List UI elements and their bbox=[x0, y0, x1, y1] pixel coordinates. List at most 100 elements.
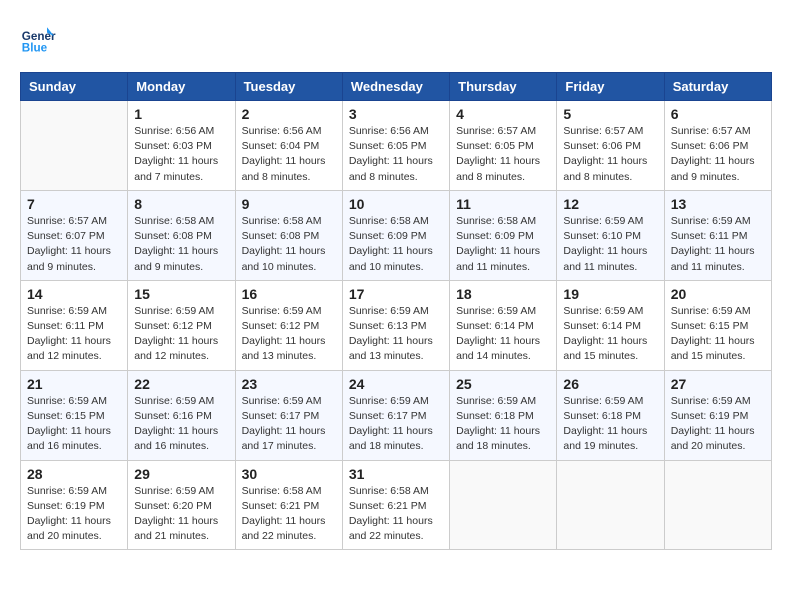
day-info: Sunrise: 6:59 AM Sunset: 6:13 PM Dayligh… bbox=[349, 304, 443, 365]
day-info: Sunrise: 6:59 AM Sunset: 6:12 PM Dayligh… bbox=[134, 304, 228, 365]
day-info: Sunrise: 6:59 AM Sunset: 6:19 PM Dayligh… bbox=[27, 484, 121, 545]
day-info: Sunrise: 6:57 AM Sunset: 6:06 PM Dayligh… bbox=[563, 124, 657, 185]
calendar-cell: 22 Sunrise: 6:59 AM Sunset: 6:16 PM Dayli… bbox=[128, 370, 235, 460]
calendar-cell: 26 Sunrise: 6:59 AM Sunset: 6:18 PM Dayli… bbox=[557, 370, 664, 460]
calendar-cell: 11 Sunrise: 6:58 AM Sunset: 6:09 PM Dayli… bbox=[450, 190, 557, 280]
day-header-thursday: Thursday bbox=[450, 73, 557, 101]
calendar-cell bbox=[21, 101, 128, 191]
calendar-cell bbox=[664, 460, 771, 550]
calendar-cell: 27Sunrise: 6:59 AM Sunset: 6:19 PM Dayli… bbox=[664, 370, 771, 460]
day-info: Sunrise: 6:57 AM Sunset: 6:06 PM Dayligh… bbox=[671, 124, 765, 185]
day-number: 30 bbox=[242, 466, 336, 482]
day-number: 13 bbox=[671, 196, 765, 212]
day-info: Sunrise: 6:57 AM Sunset: 6:07 PM Dayligh… bbox=[27, 214, 121, 275]
day-info: Sunrise: 6:59 AM Sunset: 6:19 PM Dayligh… bbox=[671, 394, 765, 455]
calendar-week-3: 14Sunrise: 6:59 AM Sunset: 6:11 PM Dayli… bbox=[21, 280, 772, 370]
day-info: Sunrise: 6:59 AM Sunset: 6:16 PM Dayligh… bbox=[134, 394, 228, 455]
calendar-cell: 21 Sunrise: 6:59 AM Sunset: 6:15 PM Dayli… bbox=[21, 370, 128, 460]
day-info: Sunrise: 6:59 AM Sunset: 6:15 PM Dayligh… bbox=[27, 394, 121, 455]
calendar-cell bbox=[557, 460, 664, 550]
day-info: Sunrise: 6:59 AM Sunset: 6:17 PM Dayligh… bbox=[349, 394, 443, 455]
day-number: 2 bbox=[242, 106, 336, 122]
calendar-cell: 15Sunrise: 6:59 AM Sunset: 6:12 PM Dayli… bbox=[128, 280, 235, 370]
day-number: 18 bbox=[456, 286, 550, 302]
day-info: Sunrise: 6:58 AM Sunset: 6:09 PM Dayligh… bbox=[456, 214, 550, 275]
calendar-cell: 7Sunrise: 6:57 AM Sunset: 6:07 PM Daylig… bbox=[21, 190, 128, 280]
day-number: 31 bbox=[349, 466, 443, 482]
calendar-week-2: 7Sunrise: 6:57 AM Sunset: 6:07 PM Daylig… bbox=[21, 190, 772, 280]
day-number: 16 bbox=[242, 286, 336, 302]
calendar-week-5: 28 Sunrise: 6:59 AM Sunset: 6:19 PM Dayli… bbox=[21, 460, 772, 550]
day-header-friday: Friday bbox=[557, 73, 664, 101]
calendar-cell: 3Sunrise: 6:56 AM Sunset: 6:05 PM Daylig… bbox=[342, 101, 449, 191]
calendar-cell: 29 Sunrise: 6:59 AM Sunset: 6:20 PM Dayli… bbox=[128, 460, 235, 550]
calendar-cell: 18 Sunrise: 6:59 AM Sunset: 6:14 PM Dayli… bbox=[450, 280, 557, 370]
calendar-cell: 8 Sunrise: 6:58 AM Sunset: 6:08 PM Daylig… bbox=[128, 190, 235, 280]
day-number: 12 bbox=[563, 196, 657, 212]
calendar-cell: 9 Sunrise: 6:58 AM Sunset: 6:08 PM Daylig… bbox=[235, 190, 342, 280]
day-number: 17 bbox=[349, 286, 443, 302]
calendar-cell: 20 Sunrise: 6:59 AM Sunset: 6:15 PM Dayli… bbox=[664, 280, 771, 370]
day-info: Sunrise: 6:56 AM Sunset: 6:03 PM Dayligh… bbox=[134, 124, 228, 185]
day-info: Sunrise: 6:56 AM Sunset: 6:04 PM Dayligh… bbox=[242, 124, 336, 185]
day-number: 1 bbox=[134, 106, 228, 122]
day-number: 8 bbox=[134, 196, 228, 212]
day-number: 25 bbox=[456, 376, 550, 392]
calendar-cell: 4Sunrise: 6:57 AM Sunset: 6:05 PM Daylig… bbox=[450, 101, 557, 191]
day-info: Sunrise: 6:59 AM Sunset: 6:18 PM Dayligh… bbox=[563, 394, 657, 455]
calendar-cell: 12 Sunrise: 6:59 AM Sunset: 6:10 PM Dayli… bbox=[557, 190, 664, 280]
day-info: Sunrise: 6:58 AM Sunset: 6:08 PM Dayligh… bbox=[134, 214, 228, 275]
day-number: 6 bbox=[671, 106, 765, 122]
logo-icon: General Blue bbox=[20, 20, 56, 56]
calendar-cell: 5 Sunrise: 6:57 AM Sunset: 6:06 PM Daylig… bbox=[557, 101, 664, 191]
day-number: 11 bbox=[456, 196, 550, 212]
day-info: Sunrise: 6:58 AM Sunset: 6:09 PM Dayligh… bbox=[349, 214, 443, 275]
calendar-cell: 17 Sunrise: 6:59 AM Sunset: 6:13 PM Dayli… bbox=[342, 280, 449, 370]
calendar-cell: 13 Sunrise: 6:59 AM Sunset: 6:11 PM Dayli… bbox=[664, 190, 771, 280]
day-number: 22 bbox=[134, 376, 228, 392]
calendar-cell: 23 Sunrise: 6:59 AM Sunset: 6:17 PM Dayli… bbox=[235, 370, 342, 460]
day-info: Sunrise: 6:59 AM Sunset: 6:11 PM Dayligh… bbox=[671, 214, 765, 275]
day-number: 9 bbox=[242, 196, 336, 212]
day-info: Sunrise: 6:59 AM Sunset: 6:18 PM Dayligh… bbox=[456, 394, 550, 455]
calendar-cell: 24 Sunrise: 6:59 AM Sunset: 6:17 PM Dayli… bbox=[342, 370, 449, 460]
calendar-week-4: 21 Sunrise: 6:59 AM Sunset: 6:15 PM Dayli… bbox=[21, 370, 772, 460]
day-number: 24 bbox=[349, 376, 443, 392]
day-info: Sunrise: 6:59 AM Sunset: 6:20 PM Dayligh… bbox=[134, 484, 228, 545]
day-number: 29 bbox=[134, 466, 228, 482]
day-number: 23 bbox=[242, 376, 336, 392]
day-number: 20 bbox=[671, 286, 765, 302]
day-info: Sunrise: 6:59 AM Sunset: 6:14 PM Dayligh… bbox=[563, 304, 657, 365]
day-info: Sunrise: 6:58 AM Sunset: 6:08 PM Dayligh… bbox=[242, 214, 336, 275]
calendar-cell: 2 Sunrise: 6:56 AM Sunset: 6:04 PM Daylig… bbox=[235, 101, 342, 191]
day-info: Sunrise: 6:59 AM Sunset: 6:15 PM Dayligh… bbox=[671, 304, 765, 365]
calendar-cell bbox=[450, 460, 557, 550]
day-number: 3 bbox=[349, 106, 443, 122]
page-header: General Blue bbox=[20, 20, 772, 56]
day-header-monday: Monday bbox=[128, 73, 235, 101]
day-header-wednesday: Wednesday bbox=[342, 73, 449, 101]
calendar-cell: 30 Sunrise: 6:58 AM Sunset: 6:21 PM Dayli… bbox=[235, 460, 342, 550]
day-info: Sunrise: 6:59 AM Sunset: 6:12 PM Dayligh… bbox=[242, 304, 336, 365]
day-info: Sunrise: 6:58 AM Sunset: 6:21 PM Dayligh… bbox=[242, 484, 336, 545]
day-info: Sunrise: 6:59 AM Sunset: 6:14 PM Dayligh… bbox=[456, 304, 550, 365]
day-info: Sunrise: 6:58 AM Sunset: 6:21 PM Dayligh… bbox=[349, 484, 443, 545]
calendar-cell: 1 Sunrise: 6:56 AM Sunset: 6:03 PM Daylig… bbox=[128, 101, 235, 191]
calendar-cell: 16 Sunrise: 6:59 AM Sunset: 6:12 PM Dayli… bbox=[235, 280, 342, 370]
day-number: 28 bbox=[27, 466, 121, 482]
day-info: Sunrise: 6:57 AM Sunset: 6:05 PM Dayligh… bbox=[456, 124, 550, 185]
day-number: 21 bbox=[27, 376, 121, 392]
calendar-cell: 31 Sunrise: 6:58 AM Sunset: 6:21 PM Dayli… bbox=[342, 460, 449, 550]
svg-text:Blue: Blue bbox=[22, 42, 48, 55]
day-info: Sunrise: 6:59 AM Sunset: 6:17 PM Dayligh… bbox=[242, 394, 336, 455]
day-number: 19 bbox=[563, 286, 657, 302]
day-number: 26 bbox=[563, 376, 657, 392]
calendar-table: SundayMondayTuesdayWednesdayThursdayFrid… bbox=[20, 72, 772, 550]
day-header-tuesday: Tuesday bbox=[235, 73, 342, 101]
day-header-saturday: Saturday bbox=[664, 73, 771, 101]
day-info: Sunrise: 6:59 AM Sunset: 6:10 PM Dayligh… bbox=[563, 214, 657, 275]
day-header-sunday: Sunday bbox=[21, 73, 128, 101]
calendar-cell: 25 Sunrise: 6:59 AM Sunset: 6:18 PM Dayli… bbox=[450, 370, 557, 460]
calendar-cell: 19 Sunrise: 6:59 AM Sunset: 6:14 PM Dayli… bbox=[557, 280, 664, 370]
day-number: 5 bbox=[563, 106, 657, 122]
